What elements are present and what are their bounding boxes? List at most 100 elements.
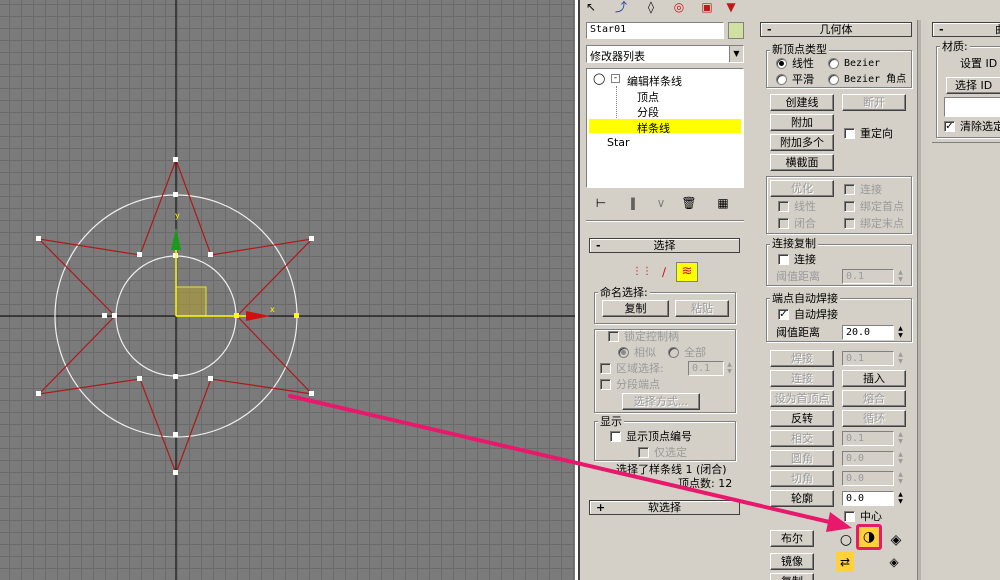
fuse-button[interactable]: 熔合 xyxy=(842,390,906,407)
select-by-button[interactable]: 选择方式... xyxy=(622,393,700,410)
panel-scrollbar[interactable] xyxy=(917,20,921,580)
vertex[interactable] xyxy=(137,376,142,381)
stack-item-spline[interactable]: 样条线 xyxy=(589,119,741,135)
area-select-checkbox[interactable] xyxy=(600,363,611,374)
configure-icon[interactable]: ▦ xyxy=(714,194,732,212)
make-first-button[interactable]: 设为首顶点 xyxy=(770,390,834,407)
intersect-icon[interactable]: ◈ xyxy=(886,530,906,550)
motion-icon[interactable]: ◎ xyxy=(670,0,688,16)
boolean-button[interactable]: 布尔 xyxy=(770,530,814,547)
spinner-arrows-icon[interactable]: ▲ ▼ xyxy=(896,351,905,366)
show-vertex-numbers-checkbox[interactable] xyxy=(610,431,621,442)
vertex[interactable] xyxy=(173,192,178,197)
segment-end-checkbox[interactable] xyxy=(600,379,611,390)
outline-spinner[interactable]: 0.0 ▲ ▼ xyxy=(842,491,906,506)
auto-weld-checkbox[interactable]: ✓ xyxy=(778,309,789,320)
spinner-arrows-icon[interactable]: ▲ ▼ xyxy=(896,269,905,284)
chevron-down-icon[interactable]: ▼ xyxy=(729,46,743,62)
utilities-icon[interactable]: ▼ xyxy=(722,0,740,16)
hierarchy-icon[interactable]: ◊ xyxy=(642,0,660,16)
vertex[interactable] xyxy=(208,376,213,381)
weld-value[interactable]: 0.1 xyxy=(842,351,894,366)
pin-icon[interactable]: ⊢ xyxy=(592,194,610,212)
chamfer-value[interactable]: 0.0 xyxy=(842,471,894,486)
perspective-viewport[interactable]: y x xyxy=(0,0,575,580)
vertex[interactable] xyxy=(173,157,178,162)
modifier-list-dropdown[interactable]: 修改器列表 ▼ xyxy=(586,45,744,63)
soft-selection-rollout-header[interactable]: + 软选择 xyxy=(589,500,740,515)
show-end-icon[interactable]: ‖ xyxy=(624,194,642,212)
vertex[interactable] xyxy=(36,236,41,241)
attach-mult-button[interactable]: 附加多个 xyxy=(770,134,834,151)
weld-button[interactable]: 焊接 xyxy=(770,350,834,367)
lightbulb-icon[interactable]: ◯ xyxy=(593,72,605,85)
spinner-arrows-icon[interactable]: ▲ ▼ xyxy=(896,325,905,340)
vertex[interactable] xyxy=(208,252,213,257)
surface-rollout-header[interactable]: - 曲 xyxy=(932,22,1000,37)
connect-checkbox[interactable] xyxy=(844,184,855,195)
spinner-arrows-icon[interactable]: ▲ ▼ xyxy=(725,361,734,376)
gizmo-x-arrow[interactable] xyxy=(246,311,270,321)
connect-button[interactable]: 连接 xyxy=(770,370,834,387)
collapse-minus-icon[interactable]: - xyxy=(611,74,620,83)
linear-checkbox[interactable] xyxy=(778,201,789,212)
spline-mode-icon[interactable]: ≋ xyxy=(676,262,698,282)
vertex[interactable] xyxy=(102,313,107,318)
select-arrow-icon[interactable]: ↖ xyxy=(582,0,600,16)
selected-vertex[interactable] xyxy=(294,313,299,318)
cross-insert-value[interactable]: 0.1 xyxy=(842,431,894,446)
threshold-spinner[interactable]: 0.1 ▲ ▼ xyxy=(842,269,906,284)
reverse-button[interactable]: 反转 xyxy=(770,410,834,427)
union-icon[interactable]: ○ xyxy=(836,530,856,550)
cycle-button[interactable]: 循环 xyxy=(842,410,906,427)
copy-button[interactable]: 复制 xyxy=(770,573,814,580)
display-icon[interactable]: ▣ xyxy=(698,0,716,16)
break-button[interactable]: 断开 xyxy=(842,94,906,111)
vertex[interactable] xyxy=(173,374,178,379)
spinner-arrows-icon[interactable]: ▲ ▼ xyxy=(896,451,905,466)
vertex-mode-icon[interactable]: ⋮⋮ xyxy=(632,263,652,281)
bezier-corner-radio[interactable] xyxy=(828,74,839,85)
select-id-button[interactable]: 选择 ID xyxy=(946,77,1000,94)
modifier-stack[interactable]: ◯ - 编辑样条线 顶点 分段 样条线 Star xyxy=(586,68,744,188)
spinner-arrows-icon[interactable]: ▲ ▼ xyxy=(896,491,905,506)
copy-selection-button[interactable]: 复制 xyxy=(602,300,669,317)
closed-checkbox[interactable] xyxy=(778,218,789,229)
attach-button[interactable]: 附加 xyxy=(770,114,834,131)
bind-last-checkbox[interactable] xyxy=(844,218,855,229)
insert-button[interactable]: 插入 xyxy=(842,370,906,387)
outline-button[interactable]: 轮廓 xyxy=(770,490,834,507)
bind-first-checkbox[interactable] xyxy=(844,201,855,212)
refine-button[interactable]: 优化 xyxy=(770,180,834,197)
gizmo-plane-xy[interactable] xyxy=(175,286,207,317)
weld-spinner[interactable]: 0.1 ▲ ▼ xyxy=(842,351,906,366)
stack-item-star[interactable]: Star xyxy=(591,135,741,149)
cross-insert-spinner[interactable]: 0.1 ▲ ▼ xyxy=(842,431,906,446)
create-line-button[interactable]: 创建线 xyxy=(770,94,834,111)
alike-radio[interactable] xyxy=(618,347,629,358)
object-color-swatch[interactable] xyxy=(728,22,744,39)
bend-icon[interactable]: ⤴ xyxy=(612,0,630,16)
geometry-rollout-header[interactable]: - 几何体 xyxy=(760,22,912,37)
vertex[interactable] xyxy=(309,236,314,241)
vertex[interactable] xyxy=(137,252,142,257)
connect-copy-checkbox[interactable] xyxy=(778,254,789,265)
vertex[interactable] xyxy=(173,432,178,437)
selection-rollout-header[interactable]: - 选择 xyxy=(589,238,740,253)
stack-item-edit-spline[interactable]: ◯ - 编辑样条线 xyxy=(591,72,741,88)
subtract-icon[interactable]: ◑ xyxy=(856,524,882,550)
outline-value[interactable]: 0.0 xyxy=(842,491,894,506)
spinner-arrows-icon[interactable]: ▲ ▼ xyxy=(896,471,905,486)
bezier-radio[interactable] xyxy=(828,58,839,69)
fillet-button[interactable]: 圆角 xyxy=(770,450,834,467)
mirror-horizontal-icon[interactable]: ⇄ xyxy=(836,552,854,572)
auto-threshold-spinner[interactable]: 20.0 ▲ ▼ xyxy=(842,325,906,340)
vertex[interactable] xyxy=(309,391,314,396)
linear-radio[interactable] xyxy=(776,58,787,69)
make-unique-icon[interactable]: ∨ xyxy=(652,194,670,212)
fillet-value[interactable]: 0.0 xyxy=(842,451,894,466)
fillet-spinner[interactable]: 0.0 ▲ ▼ xyxy=(842,451,906,466)
cross-insert-button[interactable]: 相交 xyxy=(770,430,834,447)
vertex[interactable] xyxy=(112,313,117,318)
gizmo-y-arrow[interactable] xyxy=(171,228,181,250)
